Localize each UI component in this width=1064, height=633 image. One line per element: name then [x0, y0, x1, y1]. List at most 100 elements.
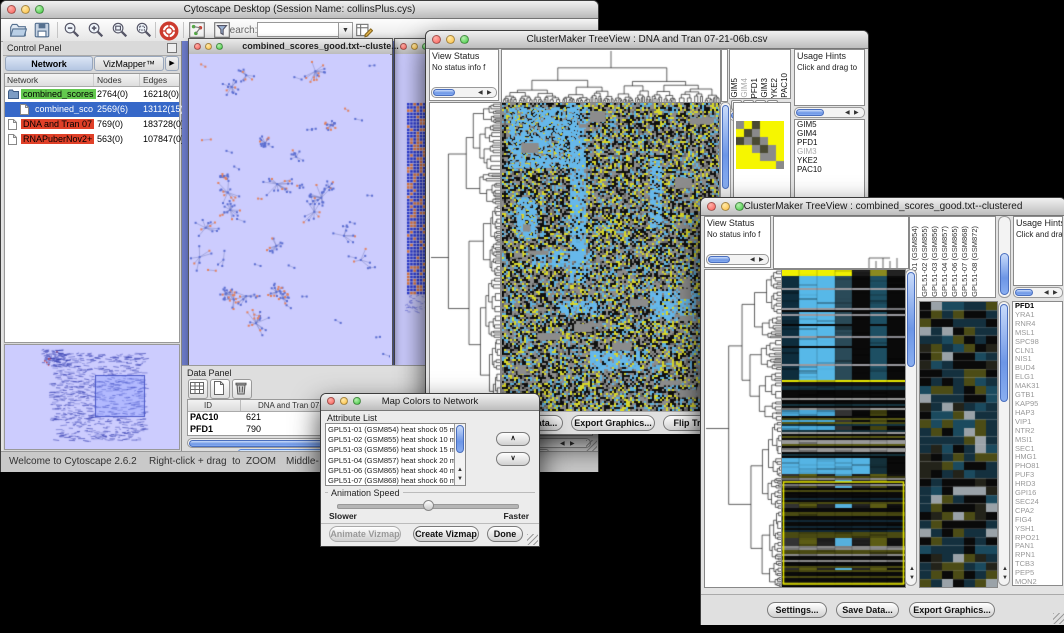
tv2-button[interactable]: Save Data... [836, 602, 899, 618]
scroll-right-icon[interactable]: ▶ [854, 110, 859, 116]
scroll-right-icon[interactable]: ▶ [759, 257, 764, 263]
tv1-status-hscrollbar[interactable]: ◀ ▶ [431, 87, 497, 98]
gene-label[interactable]: GIM5 [795, 120, 864, 129]
attribute-item[interactable]: GPL51-03 (GSM856) heat shock 15 min [328, 445, 454, 454]
dialog-title-bar[interactable]: Map Colors to Network [321, 394, 539, 411]
tv2-column-dendrogram[interactable] [773, 216, 909, 269]
slider-thumb[interactable] [423, 500, 434, 511]
main-title-bar[interactable]: Cytoscape Desktop (Session Name: collins… [1, 1, 598, 19]
window1-title-bar[interactable]: combined_scores_good.txt--cluste... [189, 39, 392, 55]
scroll-thumb[interactable] [796, 109, 824, 116]
scroll-thumb[interactable] [433, 89, 455, 96]
zoom-out-icon[interactable] [63, 21, 83, 41]
gene-label[interactable]: MON2 [1013, 578, 1062, 586]
attribute-item[interactable]: GPL51-06 (GSM865) heat shock 40 min [328, 466, 454, 475]
tv2-usage-hscrollbar[interactable]: ◀ ▶ [1013, 287, 1063, 298]
scroll-thumb[interactable] [1000, 304, 1008, 402]
network-row[interactable]: combined_scores2764(0)16218(0) [5, 87, 179, 102]
open-folder-icon[interactable] [9, 21, 29, 41]
scroll-right-icon[interactable]: ▶ [487, 90, 492, 96]
done-button[interactable]: Done [487, 526, 523, 542]
attribute-list-vscrollbar[interactable]: ▲ ▼ [454, 424, 465, 485]
network-overview-canvas[interactable] [5, 345, 179, 449]
tv2-zoom-heatmap[interactable] [919, 301, 998, 588]
animate-vizmap-button[interactable]: Animate Vizmap [329, 526, 401, 542]
new-attribute-icon[interactable] [210, 379, 230, 399]
attribute-item[interactable]: GPL51-02 (GSM855) heat shock 10 min [328, 435, 454, 444]
scroll-left-icon[interactable]: ◀ [478, 90, 483, 96]
network-view-canvas[interactable] [189, 54, 390, 364]
help-lifering-icon[interactable] [159, 21, 179, 41]
scroll-left-icon[interactable]: ◀ [845, 110, 850, 116]
gene-label[interactable]: PAC10 [795, 165, 864, 174]
tv1-row-dendrogram[interactable] [429, 102, 501, 413]
tab-vizmapper[interactable]: VizMapper™ [94, 56, 164, 71]
gene-label[interactable]: PFD1 [795, 138, 864, 147]
treeview2-window[interactable]: ClusterMaker TreeView : combined_scores_… [700, 197, 1064, 625]
tv1-column-dendrogram[interactable] [501, 49, 721, 104]
resize-grip[interactable] [527, 534, 538, 545]
tv1-button[interactable]: Export Graphics... [571, 415, 655, 431]
attribute-item[interactable]: GPL51-07 (GSM868) heat shock 60 min [328, 476, 454, 485]
tv2-heatmap[interactable] [781, 269, 906, 588]
network-row[interactable]: combined_sco2569(6)13112(15) [5, 102, 179, 117]
tv2-button[interactable]: Export Graphics... [909, 602, 995, 618]
column-header[interactable]: Network [7, 75, 38, 85]
move-up-button[interactable]: ∧ [496, 432, 530, 446]
scroll-up-icon[interactable]: ▲ [1002, 566, 1008, 572]
float-panel-icon[interactable] [167, 43, 177, 53]
tv2-heatmap-vscrollbar[interactable]: ▲ ▼ [905, 269, 917, 586]
tv2-zoom-vscrollbar[interactable]: ▲ ▼ [998, 301, 1010, 586]
scroll-up-icon[interactable]: ▲ [909, 566, 915, 572]
scroll-right-icon[interactable]: ▶ [570, 441, 575, 447]
network-overview-panel[interactable] [4, 344, 180, 450]
animation-speed-slider[interactable] [337, 504, 519, 509]
column-header[interactable]: Edges [143, 75, 167, 85]
gene-label[interactable]: YKE2 [795, 156, 864, 165]
scroll-thumb[interactable] [708, 256, 730, 263]
attribute-list[interactable]: ▲ ▼ GPL51-01 (GSM854) heat shock 05 minG… [325, 423, 466, 486]
scroll-down-icon[interactable]: ▼ [909, 575, 915, 581]
zoom-region-icon[interactable] [135, 21, 155, 41]
network-row[interactable]: RNAPuberNov2+563(0)107847(0) [5, 132, 179, 147]
scroll-thumb[interactable] [907, 272, 915, 367]
resize-grip[interactable] [586, 440, 597, 451]
column-header[interactable]: Nodes [97, 75, 122, 85]
scroll-thumb[interactable] [1015, 289, 1033, 296]
network-tree-table[interactable]: Network Nodes Edges combined_scores2764(0)1… [4, 73, 180, 343]
tv2-row-dendrogram[interactable] [704, 269, 783, 588]
move-down-button[interactable]: ∨ [496, 452, 530, 466]
resize-grip[interactable] [1053, 613, 1064, 624]
scroll-left-icon[interactable]: ◀ [560, 441, 565, 447]
scroll-thumb[interactable] [456, 425, 464, 453]
tv2-status-hscrollbar[interactable]: ◀ ▶ [706, 254, 769, 265]
tv2-labels-vscrollbar[interactable] [998, 216, 1011, 298]
create-vizmap-button[interactable]: Create Vizmap [413, 526, 479, 542]
scroll-right-icon[interactable]: ▶ [1053, 290, 1058, 296]
gene-label[interactable]: GIM4 [795, 129, 864, 138]
tab-network[interactable]: Network [5, 56, 93, 71]
network-view-window[interactable]: combined_scores_good.txt--cluste... [188, 38, 393, 367]
gene-label[interactable]: GIM3 [795, 147, 864, 156]
treeview1-title-bar[interactable]: ClusterMaker TreeView : DNA and Tran 07-… [426, 31, 868, 49]
network-row[interactable]: DNA and Tran 07769(0)183728(0) [5, 117, 179, 132]
attribute-item[interactable]: GPL51-01 (GSM854) heat shock 05 min [328, 425, 454, 434]
zoom-fit-icon[interactable] [111, 21, 131, 41]
scroll-up-icon[interactable]: ▲ [457, 467, 463, 473]
scroll-down-icon[interactable]: ▼ [457, 476, 463, 482]
delete-attribute-icon[interactable] [232, 379, 252, 399]
tv1-usage-hscrollbar[interactable]: ◀ ▶ [794, 107, 865, 118]
treeview2-title-bar[interactable]: ClusterMaker TreeView : combined_scores_… [701, 198, 1064, 216]
search-input[interactable] [257, 22, 339, 37]
scroll-left-icon[interactable]: ◀ [750, 257, 755, 263]
search-dropdown-button[interactable]: ▼ [338, 22, 353, 39]
attribute-item[interactable]: GPL51-04 (GSM857) heat shock 20 min [328, 456, 454, 465]
attribute-table-icon[interactable] [188, 379, 208, 399]
tabs-overflow-arrow[interactable]: ▶ [165, 56, 179, 71]
column-header[interactable]: ID [204, 401, 212, 410]
map-colors-dialog[interactable]: Map Colors to Network Attribute List ▲ ▼… [320, 393, 540, 547]
tv1-mini-heatmap[interactable] [736, 121, 784, 169]
scroll-thumb[interactable] [722, 105, 729, 189]
tv1-heatmap[interactable] [501, 102, 720, 413]
scroll-down-icon[interactable]: ▼ [1002, 575, 1008, 581]
